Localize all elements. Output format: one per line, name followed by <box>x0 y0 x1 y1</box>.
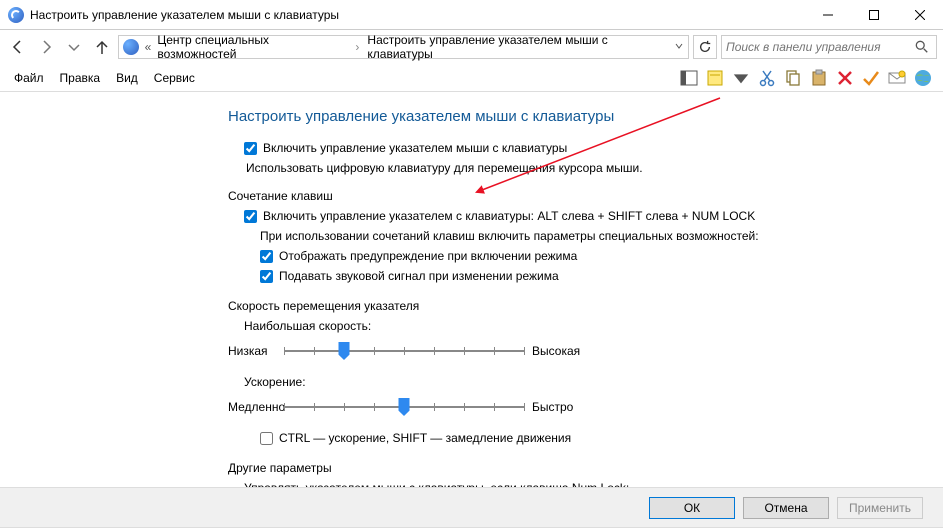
apply-button[interactable]: Применить <box>837 497 923 519</box>
ok-button[interactable]: ОК <box>649 497 735 519</box>
show-warning-checkbox[interactable] <box>260 250 273 263</box>
mail-icon[interactable] <box>887 68 907 88</box>
globe-icon[interactable] <box>913 68 933 88</box>
shortcut-enable-label: Включить управление указателем с клавиат… <box>263 209 755 223</box>
copy-icon[interactable] <box>783 68 803 88</box>
accel-slider[interactable] <box>284 395 524 419</box>
accel-thumb[interactable] <box>399 398 410 416</box>
window-controls <box>805 0 943 29</box>
dropdown-icon[interactable] <box>731 68 751 88</box>
breadcrumb-part2[interactable]: Настроить управление указателем мыши с к… <box>367 33 670 61</box>
window-title: Настроить управление указателем мыши с к… <box>30 8 805 22</box>
speed-high-label: Высокая <box>524 344 584 358</box>
search-box[interactable] <box>721 35 937 59</box>
recent-button[interactable] <box>62 35 86 59</box>
search-icon[interactable] <box>912 37 932 57</box>
app-icon <box>8 7 24 23</box>
accel-slider-row: Медленно Быстро <box>228 395 903 419</box>
shortcut-include-label: При использовании сочетаний клавиш включ… <box>260 229 903 243</box>
close-button[interactable] <box>897 0 943 29</box>
enable-mousekeys-desc: Использовать цифровую клавиатуру для пер… <box>246 161 903 175</box>
speed-low-label: Низкая <box>228 344 284 358</box>
accel-fast-label: Быстро <box>524 400 584 414</box>
show-warning-label: Отображать предупреждение при включении … <box>279 249 577 263</box>
max-speed-slider-row: Низкая Высокая <box>228 339 903 363</box>
shortcut-enable-row: Включить управление указателем с клавиат… <box>244 209 903 223</box>
paste-icon[interactable] <box>809 68 829 88</box>
forward-button[interactable] <box>34 35 58 59</box>
enable-mousekeys-row: Включить управление указателем мыши с кл… <box>244 141 903 155</box>
control-panel-icon <box>123 39 139 55</box>
other-section-label: Другие параметры <box>228 461 903 475</box>
delete-icon[interactable] <box>835 68 855 88</box>
breadcrumb[interactable]: « Центр специальных возможностей › Настр… <box>118 35 689 59</box>
maximize-button[interactable] <box>851 0 897 29</box>
up-button[interactable] <box>90 35 114 59</box>
back-button[interactable] <box>6 35 30 59</box>
other-numlock-label: Управлять указателем мыши с клавиатуры, … <box>244 481 903 487</box>
menu-bar: Файл Правка Вид Сервис <box>0 64 943 92</box>
menu-view[interactable]: Вид <box>108 67 146 89</box>
chevron-down-icon[interactable] <box>674 40 684 54</box>
max-speed-thumb[interactable] <box>339 342 350 360</box>
cut-icon[interactable] <box>757 68 777 88</box>
page-content: Настроить управление указателем мыши с к… <box>0 92 943 487</box>
ctrl-shift-checkbox[interactable] <box>260 432 273 445</box>
enable-mousekeys-checkbox[interactable] <box>244 142 257 155</box>
note-icon[interactable] <box>705 68 725 88</box>
max-speed-slider[interactable] <box>284 339 524 363</box>
max-speed-label: Наибольшая скорость: <box>244 319 903 333</box>
accel-slow-label: Медленно <box>228 400 284 414</box>
button-bar: ОК Отмена Применить <box>0 487 943 527</box>
menu-edit[interactable]: Правка <box>52 67 109 89</box>
breadcrumb-overflow[interactable]: « <box>143 40 154 54</box>
refresh-button[interactable] <box>693 35 717 59</box>
enable-mousekeys-label: Включить управление указателем мыши с кл… <box>263 141 567 155</box>
minimize-button[interactable] <box>805 0 851 29</box>
status-bar: Элементов: 0 Компьютер <box>0 527 943 531</box>
chevron-right-icon: › <box>351 40 363 54</box>
content-scroll[interactable]: Настроить управление указателем мыши с к… <box>0 92 943 487</box>
check-icon[interactable] <box>861 68 881 88</box>
ctrl-shift-row: CTRL — ускорение, SHIFT — замедление дви… <box>260 431 903 445</box>
breadcrumb-part1[interactable]: Центр специальных возможностей <box>157 33 347 61</box>
address-bar: « Центр специальных возможностей › Настр… <box>0 30 943 64</box>
show-warning-row: Отображать предупреждение при включении … <box>260 249 903 263</box>
play-sound-checkbox[interactable] <box>260 270 273 283</box>
shortcut-section-label: Сочетание клавиш <box>228 189 903 203</box>
toolbar <box>679 68 937 88</box>
shortcut-enable-checkbox[interactable] <box>244 210 257 223</box>
cancel-button[interactable]: Отмена <box>743 497 829 519</box>
menu-service[interactable]: Сервис <box>146 67 203 89</box>
speed-section-label: Скорость перемещения указателя <box>228 299 903 313</box>
play-sound-label: Подавать звуковой сигнал при изменении р… <box>279 269 559 283</box>
title-bar: Настроить управление указателем мыши с к… <box>0 0 943 30</box>
ctrl-shift-label: CTRL — ускорение, SHIFT — замедление дви… <box>279 431 571 445</box>
toggle-pane-icon[interactable] <box>679 68 699 88</box>
accel-label: Ускорение: <box>244 375 903 389</box>
page-title: Настроить управление указателем мыши с к… <box>228 108 903 125</box>
search-input[interactable] <box>726 40 912 54</box>
play-sound-row: Подавать звуковой сигнал при изменении р… <box>260 269 903 283</box>
menu-file[interactable]: Файл <box>6 67 52 89</box>
